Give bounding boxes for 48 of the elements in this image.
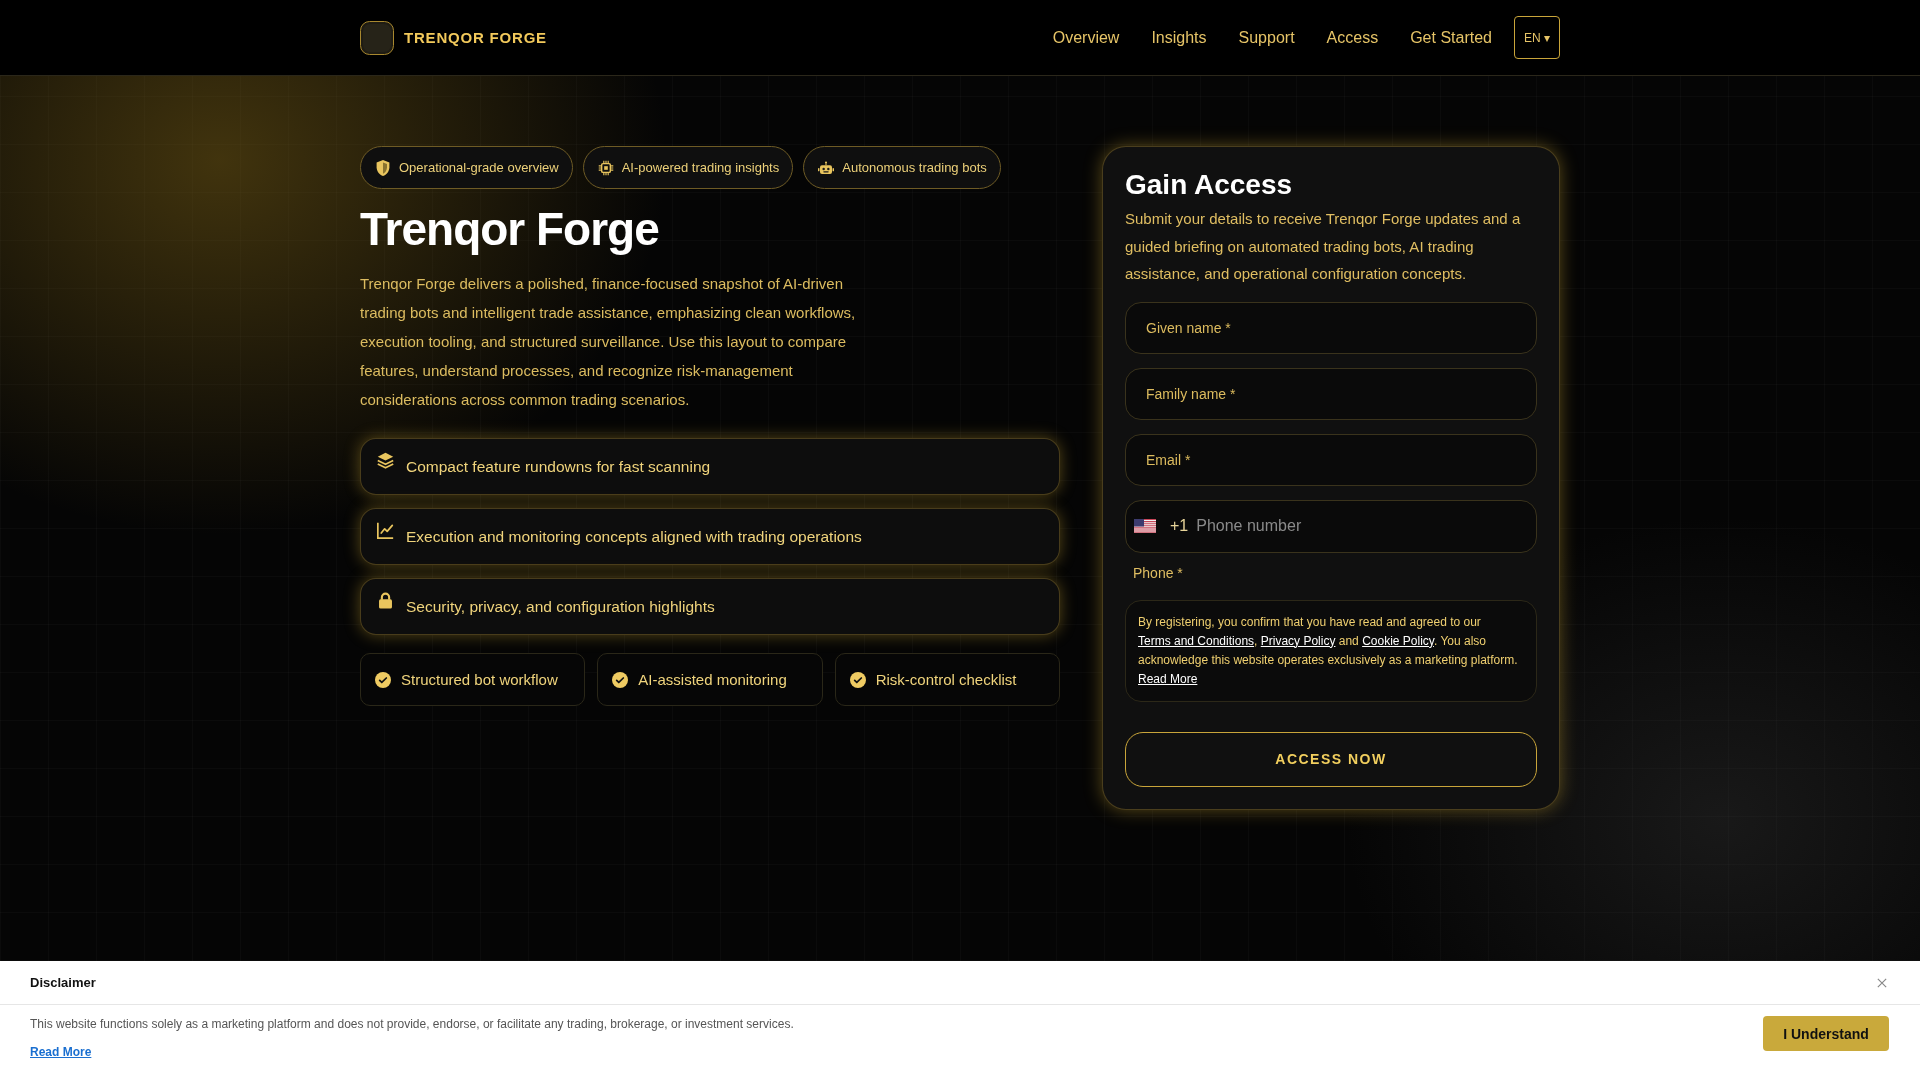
- logo-icon: [360, 20, 394, 55]
- check-circle-icon: [849, 671, 866, 688]
- tag-label: Operational-grade overview: [399, 160, 559, 175]
- read-more-link[interactable]: Read More: [30, 1045, 92, 1059]
- consent-link[interactable]: Cookie Policy: [1362, 633, 1434, 648]
- feature-text: Compact feature rundowns for fast scanning: [406, 457, 711, 476]
- disclaimer-text: This website functions solely as a marketing platform and does not provide, endorse, or facilitate any trading, brokerage, or investment services.: [30, 1016, 794, 1032]
- input-field[interactable]: Email *: [1125, 433, 1537, 486]
- hero-description: Trenqor Forge delivers a polished, finance-focused snapshot of AI-driven trading bots and intelligent trade assistance, emphasizing clean workflows, execution tooling, and structured surveillance. Use this layout to compare features, understand processes, and recognize risk-management considerations across common trading scenarios.: [360, 274, 857, 410]
- line-chart-icon: [377, 522, 394, 539]
- nav-link[interactable]: Access: [1326, 28, 1379, 47]
- tag-label: AI-powered trading insights: [621, 160, 780, 175]
- dial-code: +1: [1170, 517, 1189, 535]
- nav-link[interactable]: Insights: [1151, 28, 1207, 47]
- hero-title: Trenqor Forge: [360, 202, 660, 257]
- consent-link[interactable]: Privacy Policy: [1260, 633, 1336, 648]
- form-intro: Submit your details to receive Trenqor Forge updates and a guided briefing on automated trading bots, AI trading assistance, and operational configuration concepts.: [1125, 209, 1522, 284]
- chip-icon: [597, 159, 614, 176]
- phone-input[interactable]: Phone number: [1196, 508, 1528, 544]
- brand-name: TRENQOR FORGE: [404, 29, 547, 46]
- nav-link[interactable]: Get Started: [1410, 28, 1492, 47]
- input-field[interactable]: Family name *: [1125, 367, 1537, 420]
- understand-button[interactable]: I Understand: [1763, 1016, 1889, 1051]
- check-label: Structured bot workflow: [401, 671, 558, 688]
- check-circle-icon: [375, 671, 391, 688]
- language-button[interactable]: EN ▾: [1514, 16, 1560, 59]
- submit-button[interactable]: ACCESS NOW: [1125, 731, 1537, 787]
- disclaimer-title: Disclaimer: [30, 975, 96, 990]
- lock-icon: [377, 592, 394, 609]
- consent-text: By registering, you confirm that you have read and agreed to our Terms and Conditions, Privacy Policy and Cookie Policy. You also acknowledge this website operates exclusively as a marketing platform. Read More: [1125, 599, 1537, 702]
- layers-icon: [377, 452, 394, 469]
- check-label: Risk-control checklist: [875, 671, 1017, 688]
- feature-text: Security, privacy, and configuration highlights: [406, 597, 715, 616]
- shield-icon: [375, 159, 391, 176]
- nav-link[interactable]: Overview: [1052, 28, 1120, 47]
- robot-icon: [818, 159, 835, 176]
- form-title: Gain Access: [1125, 168, 1294, 202]
- check-circle-icon: [612, 671, 629, 688]
- field-label: Phone *: [1133, 563, 1184, 582]
- feature-text: Execution and monitoring concepts aligned with trading operations: [406, 527, 862, 546]
- nav-link[interactable]: Support: [1238, 28, 1295, 47]
- flag-icon: [1134, 519, 1156, 533]
- input-field[interactable]: Given name *: [1125, 301, 1537, 354]
- close-icon: [1877, 977, 1887, 988]
- check-label: AI-assisted monitoring: [638, 671, 787, 688]
- phone-field[interactable]: +1 Phone number: [1125, 499, 1537, 553]
- tag-label: Autonomous trading bots: [842, 160, 987, 175]
- consent-link[interactable]: Read More: [1138, 671, 1198, 686]
